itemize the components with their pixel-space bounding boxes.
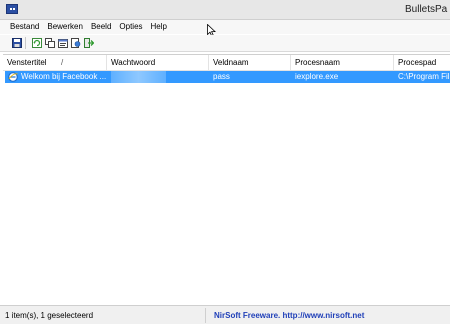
toolbar [0, 35, 450, 52]
cell-venstertitel: Welkom bij Facebook ... [5, 71, 107, 83]
column-label: Venstertitel [7, 58, 47, 67]
app-icon [6, 4, 18, 14]
cell-wachtwoord [107, 71, 209, 83]
column-label: Procesnaam [295, 58, 340, 67]
html-report-button[interactable] [70, 38, 81, 49]
refresh-icon [31, 38, 42, 48]
menu-help[interactable]: Help [147, 20, 171, 34]
window-title: BulletsPa [405, 4, 448, 15]
properties-button[interactable] [57, 38, 68, 49]
password-list[interactable]: Venstertitel / Wachtwoord Veldnaam Proce… [3, 54, 450, 306]
nirsoft-link[interactable]: NirSoft Freeware. http://www.nirsoft.net [206, 308, 364, 323]
properties-icon [57, 39, 68, 48]
menu-bestand[interactable]: Bestand [6, 20, 43, 34]
title-bar[interactable]: BulletsPa [0, 0, 450, 20]
toolbar-separator [25, 37, 26, 49]
refresh-button[interactable] [31, 38, 42, 49]
menu-beeld[interactable]: Beeld [87, 20, 115, 34]
copy-icon [44, 38, 55, 48]
list-header: Venstertitel / Wachtwoord Veldnaam Proce… [3, 55, 450, 71]
save-button[interactable] [11, 38, 22, 49]
sort-indicator: / [61, 58, 64, 67]
column-veldnaam[interactable]: Veldnaam [209, 55, 291, 70]
column-label: Procespad [398, 58, 437, 67]
menu-bewerken[interactable]: Bewerken [43, 20, 87, 34]
column-label: Wachtwoord [111, 58, 156, 67]
internet-explorer-icon [8, 72, 18, 82]
column-label: Veldnaam [213, 58, 249, 67]
cell-veldnaam: pass [213, 72, 230, 81]
row-title: Welkom bij Facebook ... [21, 72, 107, 81]
cell-procesnaam: iexplore.exe [295, 72, 339, 81]
copy-button[interactable] [44, 38, 55, 49]
column-procespad[interactable]: Procespad [394, 55, 450, 70]
save-icon [11, 38, 22, 48]
html-report-icon [70, 38, 80, 48]
item-count: 1 item(s), 1 geselecteerd [0, 308, 206, 323]
menu-bar: Bestand Bewerken Beeld Opties Help [0, 20, 450, 34]
column-venstertitel[interactable]: Venstertitel / [3, 55, 107, 70]
table-row[interactable]: Welkom bij Facebook ... pass iexplore.ex… [5, 71, 450, 83]
column-wachtwoord[interactable]: Wachtwoord [107, 55, 209, 70]
app-window: BulletsPa Bestand Bewerken Beeld Opties … [0, 0, 450, 324]
menu-opties[interactable]: Opties [115, 20, 146, 34]
status-bar: 1 item(s), 1 geselecteerd NirSoft Freewa… [0, 305, 450, 324]
column-procesnaam[interactable]: Procesnaam [291, 55, 394, 70]
exit-button[interactable] [83, 38, 94, 49]
cell-procespad: C:\Program Fil [398, 72, 450, 81]
password-masked [111, 71, 166, 83]
exit-icon [83, 38, 94, 48]
